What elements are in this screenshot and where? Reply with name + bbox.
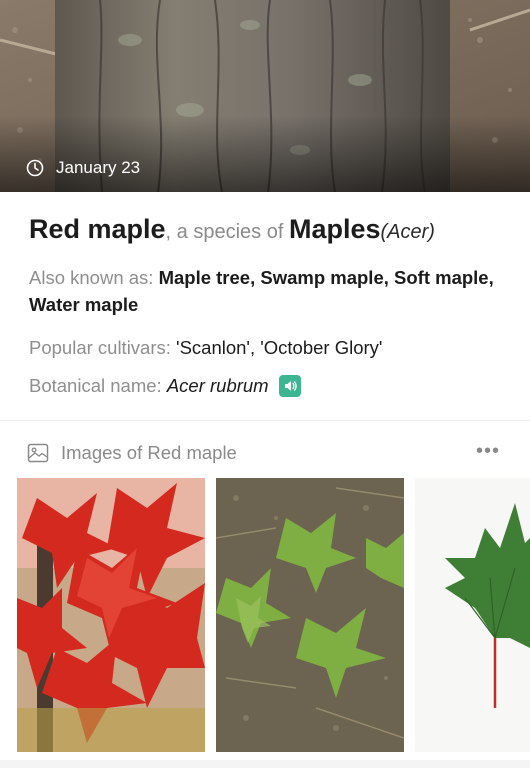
common-name: Red maple [29,214,166,244]
red-leaves-image[interactable] [17,478,205,752]
section-divider [0,420,530,421]
single-leaf-image[interactable] [415,478,530,752]
also-known-as-label: Also known as: [29,267,159,288]
plant-title: Red maple, a species of Maples(Acer) [29,214,435,245]
hero-bark-image: January 23 [0,0,530,192]
botanical-label: Botanical name: [29,375,162,396]
also-known-as: Also known as: Maple tree, Swamp maple, … [29,264,499,318]
hero-date: January 23 [26,158,140,178]
cultivars-value: 'Scanlon', 'October Glory' [176,337,383,358]
gallery-icon [27,443,49,463]
cultivars-label: Popular cultivars: [29,337,177,358]
green-leaves-ground-image[interactable] [216,478,404,752]
more-options-icon[interactable]: ••• [476,440,500,463]
plant-info-card: Red maple, a species of Maples(Acer) Als… [0,192,530,420]
clock-icon [26,159,44,177]
popular-cultivars: Popular cultivars: 'Scanlon', 'October G… [29,334,499,361]
date-text: January 23 [56,158,141,177]
bottom-bar [0,760,530,768]
images-section-title: Images of Red maple [61,442,237,463]
speaker-icon[interactable] [278,374,301,397]
genus-scientific-name: (Acer) [380,221,435,243]
genus-name[interactable]: Maples [289,214,381,244]
species-of-text: , a species of [165,221,289,243]
botanical-value: Acer rubrum [166,375,269,396]
botanical-name: Botanical name: Acer rubrum [29,372,499,399]
images-section-header: Images of Red maple [27,442,237,464]
